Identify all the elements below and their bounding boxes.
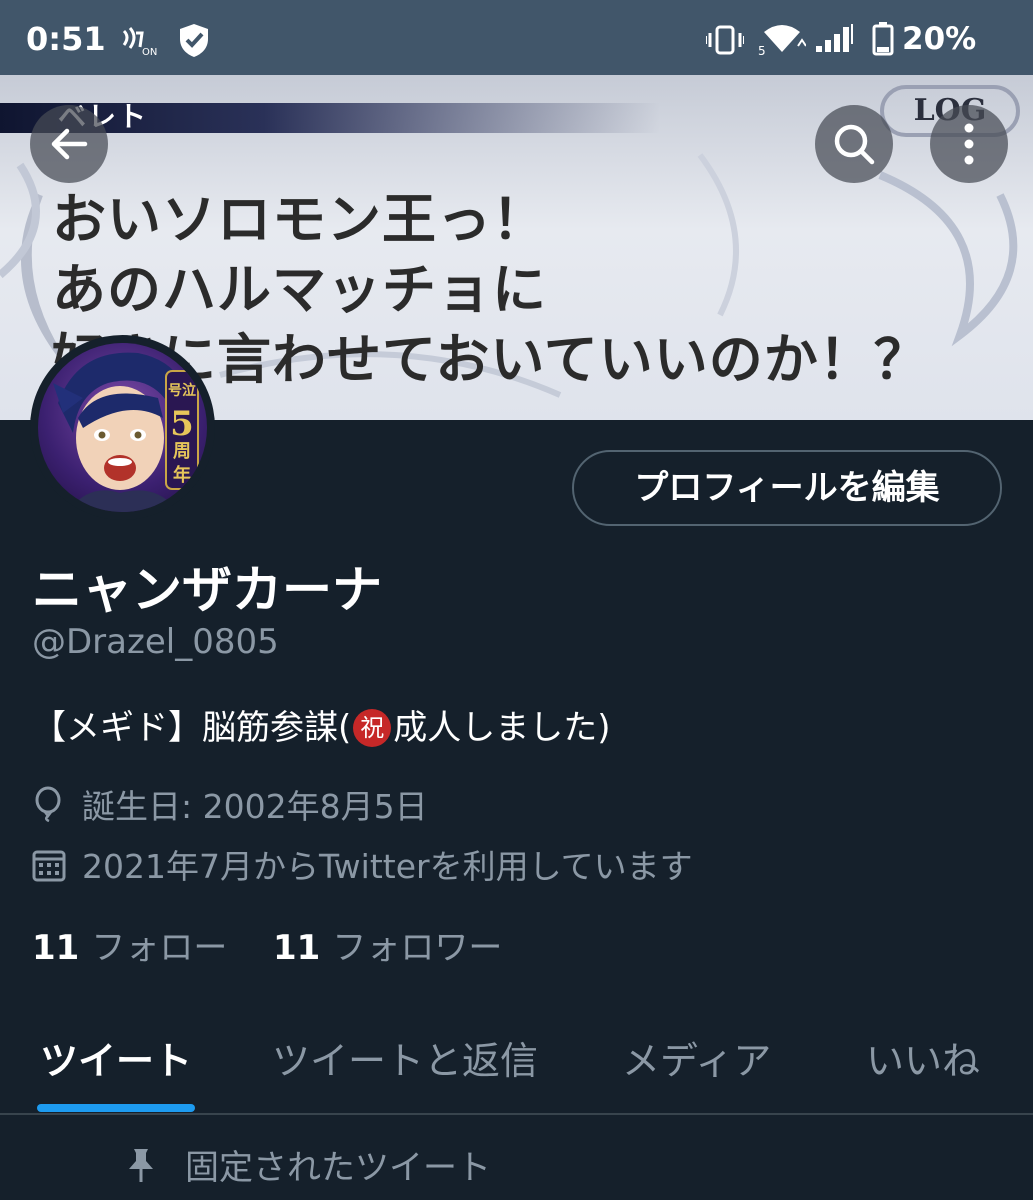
pinned-tweet-header: 固定されたツイート [125, 1140, 491, 1192]
more-options-button[interactable] [930, 105, 1008, 183]
followers-label: フォロワー [332, 928, 503, 968]
network-type-label: 5 [758, 44, 766, 56]
search-button[interactable] [815, 105, 893, 183]
avatar-badge-text-3: 周 [173, 441, 191, 462]
banner-line-2: あのハルマッチョに [52, 258, 547, 321]
avatar-character-illustration: 号泣 5 周 年 [53, 352, 199, 512]
following-count: 11 [32, 928, 80, 968]
pin-icon [125, 1147, 157, 1192]
avatar-image: 号泣 5 周 年 [38, 343, 207, 512]
search-icon [834, 124, 875, 165]
following-label: フォロー [91, 928, 228, 968]
display-name: ニャンザカーナ [32, 561, 382, 619]
pinned-label: 固定されたツイート [185, 1148, 491, 1188]
signal-icon [814, 22, 858, 58]
followers-count: 11 [273, 928, 321, 968]
bio-text-after: 成人しました) [393, 708, 611, 748]
shield-icon [176, 22, 212, 62]
avatar-badge-text-4: 年 [173, 464, 191, 486]
banner-line-1: おいソロモン王っ！ [52, 188, 547, 251]
birthday-row: 誕生日: 2002年8月5日 [32, 780, 428, 830]
battery-icon [872, 22, 894, 60]
joined-row: 2021年7月からTwitterを利用しています [32, 840, 693, 890]
avatar[interactable]: 号泣 5 周 年 [30, 335, 215, 520]
nfc-icon: ON [120, 25, 160, 61]
following-link[interactable]: 11 フォロー [32, 920, 227, 969]
wifi-icon: 5 [758, 22, 807, 60]
profile-bio: 【メギド】脳筋参謀(祝成人しました) [32, 700, 611, 749]
bio-text-before: 【メギド】脳筋参謀( [32, 708, 352, 748]
active-tab-indicator [37, 1104, 195, 1112]
edit-profile-button[interactable]: プロフィールを編集 [572, 450, 1002, 526]
tab-likes[interactable]: いいね [866, 1030, 980, 1085]
tabs-divider [0, 1113, 1033, 1115]
tab-tweets[interactable]: ツイート [40, 1030, 192, 1085]
status-bar: 0:51 ON 5 20% [0, 0, 1033, 75]
avatar-badge-text-1: 号泣 [168, 382, 196, 399]
more-vertical-icon [964, 123, 974, 165]
bio-badge: 祝 [353, 709, 392, 747]
tab-tweets-and-replies[interactable]: ツイートと返信 [272, 1030, 538, 1085]
birthday-text: 誕生日: 2002年8月5日 [82, 787, 428, 826]
user-handle: @Drazel_0805 [32, 622, 279, 662]
vibrate-icon [705, 25, 745, 59]
balloon-icon [32, 786, 68, 830]
followers-link[interactable]: 11 フォロワー [273, 920, 502, 969]
back-button[interactable] [30, 105, 108, 183]
battery-percent: 20% [902, 21, 977, 57]
tab-media[interactable]: メディア [622, 1030, 771, 1085]
status-time: 0:51 [26, 20, 106, 58]
calendar-icon [32, 848, 68, 890]
joined-text: 2021年7月からTwitterを利用しています [82, 847, 693, 886]
nfc-on-label: ON [142, 47, 157, 57]
arrow-left-icon [51, 128, 88, 160]
avatar-badge-text-2: 5 [170, 404, 194, 444]
